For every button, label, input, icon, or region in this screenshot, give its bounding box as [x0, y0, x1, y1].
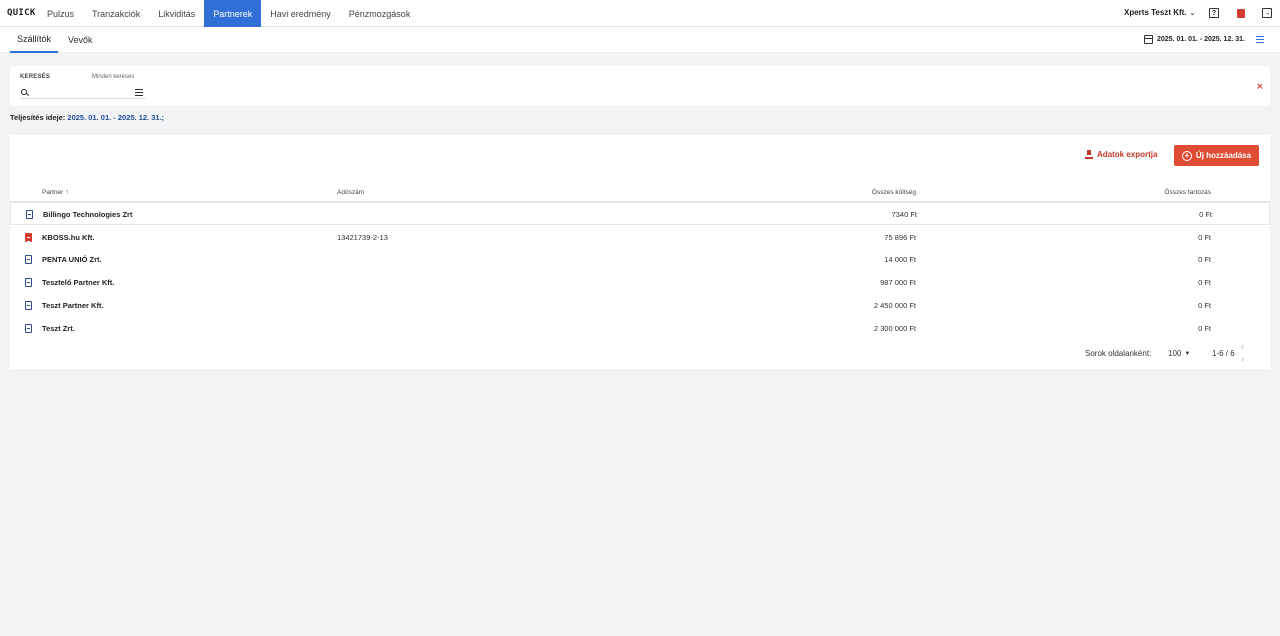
partner-cost: 2 300 000 Ft [873, 324, 916, 333]
partners-table-card: Adatok exportja + Új hozzáadása Partner ↑… [10, 135, 1270, 369]
export-button[interactable]: Adatok exportja [1085, 150, 1157, 159]
search-input[interactable] [20, 86, 146, 99]
column-header-tax[interactable]: Adószám [337, 189, 364, 196]
nav-item-havi-eredmeny[interactable]: Havi eredmény [261, 0, 340, 27]
document-icon [26, 210, 33, 219]
rows-per-page-value: 100 [1168, 349, 1182, 358]
top-navigation: QUICK Pulzus Tranzakciók Likviditás Part… [0, 0, 1280, 27]
add-new-button[interactable]: + Új hozzáadása [1174, 145, 1259, 166]
search-label: KERESÉS [20, 74, 51, 80]
document-icon[interactable] [1236, 8, 1246, 18]
table-header: Partner ↑ Adószám Összes költség Összes t… [10, 185, 1270, 202]
filter-settings-icon[interactable] [1256, 36, 1264, 43]
company-selector[interactable]: Xperts Teszt Kft. ⌄ [1124, 8, 1195, 17]
partner-name: Teszt Zrt. [42, 324, 75, 333]
search-hint: Minden kereses [92, 74, 135, 80]
partner-name: KBOSS.hu Kft. [42, 233, 95, 242]
caret-down-icon: ▼ [1184, 350, 1191, 357]
partner-debt: 0 Ft [1198, 233, 1211, 242]
partner-cost: 2 450 000 Ft [873, 301, 916, 310]
partner-name: PENTA UNIÓ Zrt. [42, 255, 102, 264]
period-summary: Teljesítés ideje: 2025. 01. 01. - 2025. … [10, 113, 164, 122]
table-row[interactable]: Teszt Partner Kft. 2 450 000 Ft 0 Ft [10, 294, 1270, 317]
tab-szallitok[interactable]: Szállítók [10, 27, 58, 53]
partner-name: Billingo Technologies Zrt [43, 210, 133, 219]
partner-debt: 0 Ft [1198, 278, 1211, 287]
table-row[interactable]: KBOSS.hu Kft. 13421739-2-13 75 896 Ft 0 … [10, 226, 1270, 249]
plus-circle-icon: + [1181, 150, 1192, 161]
partner-debt: 0 Ft [1199, 210, 1212, 219]
chevron-right-icon[interactable]: › [1241, 354, 1244, 364]
column-header-partner[interactable]: Partner ↑ [42, 189, 69, 196]
period-value: 2025. 01. 01. - 2025. 12. 31.; [67, 113, 165, 122]
nav-item-likviditas[interactable]: Likviditás [149, 0, 204, 27]
search-panel: KERESÉS Minden kereses ⨯ [10, 66, 1270, 106]
chevron-down-icon: ⌄ [1189, 9, 1196, 17]
search-icon [21, 89, 27, 95]
document-icon [25, 233, 32, 242]
nav-item-pulzus[interactable]: Pulzus [38, 0, 83, 27]
calendar-icon [1144, 35, 1153, 44]
company-name: Xperts Teszt Kft. [1124, 8, 1187, 17]
partner-cost: 75 896 Ft [884, 233, 916, 242]
partner-tax: 13421739-2-13 [337, 233, 388, 242]
partner-debt: 0 Ft [1198, 301, 1211, 310]
period-label: Teljesítés ideje: [10, 113, 66, 122]
partner-cost: 987 000 Ft [880, 278, 916, 287]
nav-item-partnerek[interactable]: Partnerek [204, 0, 262, 27]
clear-filter-icon[interactable]: ⨯ [1256, 81, 1264, 92]
column-header-cost[interactable]: Összes költség [810, 189, 916, 196]
document-icon [25, 324, 32, 333]
sub-navigation: Szállítók Vevők 2025. 01. 01. - 2025. 12… [0, 27, 1280, 53]
logout-icon[interactable]: → [1262, 8, 1272, 18]
table-row[interactable]: Teszt Zrt. 2 300 000 Ft 0 Ft [10, 317, 1270, 340]
tab-vevok[interactable]: Vevők [68, 27, 93, 53]
export-label: Adatok exportja [1097, 150, 1158, 159]
pagination-range: 1-6 / 6 [1212, 349, 1235, 358]
column-header-debt[interactable]: Összes tartozás [1110, 189, 1211, 196]
sort-ascending-icon: ↑ [65, 189, 69, 196]
document-icon [25, 255, 32, 264]
app-logo[interactable]: QUICK [7, 8, 36, 18]
partner-debt: 0 Ft [1198, 255, 1211, 264]
add-label: Új hozzáadása [1195, 151, 1252, 160]
table-row[interactable]: Tesztelő Partner Kft. 987 000 Ft 0 Ft [10, 271, 1270, 294]
main-menu: Pulzus Tranzakciók Likviditás Partnerek … [38, 0, 419, 27]
partner-debt: 0 Ft [1198, 324, 1211, 333]
partner-name: Teszt Partner Kft. [42, 301, 104, 310]
download-icon [1085, 150, 1093, 159]
partner-cost: 14 000 Ft [884, 255, 916, 264]
rows-per-page-select[interactable]: 100 ▼ [1168, 349, 1190, 358]
help-icon[interactable]: ? [1209, 8, 1219, 18]
nav-item-tranzakciok[interactable]: Tranzakciók [83, 0, 149, 27]
table-row[interactable]: Billingo Technologies Zrt 7340 Ft 0 Ft [10, 202, 1270, 225]
tune-icon[interactable] [135, 89, 143, 96]
document-icon [25, 278, 32, 287]
date-range-value: 2025. 01. 01. - 2025. 12. 31. [1157, 36, 1245, 43]
chevron-left-icon[interactable]: ‹ [1241, 341, 1244, 351]
document-icon [25, 301, 32, 310]
table-row[interactable]: PENTA UNIÓ Zrt. 14 000 Ft 0 Ft [10, 248, 1270, 271]
partner-name: Tesztelő Partner Kft. [42, 278, 115, 287]
date-range-picker[interactable]: 2025. 01. 01. - 2025. 12. 31. [1144, 35, 1245, 44]
rows-per-page-label: Sorok oldalanként: [1085, 349, 1152, 358]
nav-item-penzmozgasok[interactable]: Pénzmozgások [340, 0, 420, 27]
partner-cost: 7340 Ft [891, 210, 917, 219]
